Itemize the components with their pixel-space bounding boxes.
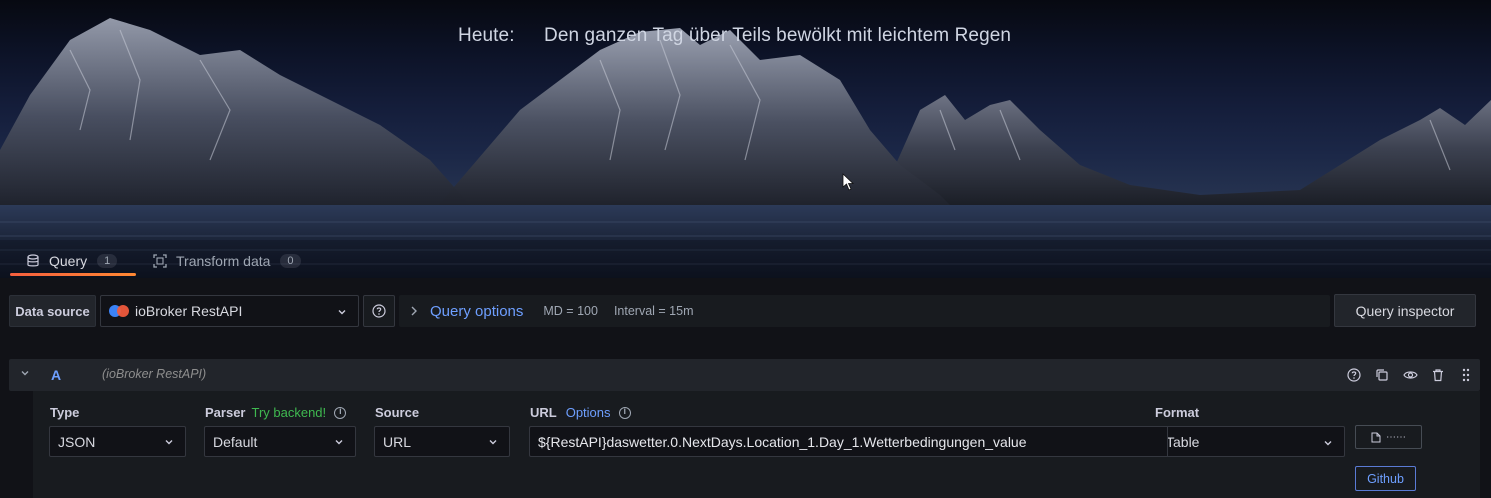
parser-select[interactable]: Default (204, 426, 356, 457)
type-label: Type (50, 405, 80, 420)
interval-value: Interval = 15m (613, 304, 694, 318)
url-label: URL Options (530, 405, 631, 420)
query-row-actions (1340, 359, 1480, 391)
source-label: Source (375, 405, 420, 420)
panel-preview: Heute: Den ganzen Tag über Teils bewölkt… (0, 0, 1491, 278)
datasource-help-button[interactable] (363, 295, 395, 327)
tab-query-count: 1 (97, 254, 118, 268)
forecast-text: Den ganzen Tag über Teils bewölkt mit le… (544, 25, 1012, 46)
tab-transform-data[interactable]: Transform data 0 (153, 244, 301, 278)
trash-icon[interactable] (1424, 359, 1452, 391)
collapse-chevron-icon[interactable] (19, 367, 31, 382)
help-icon[interactable] (1340, 359, 1368, 391)
chevron-down-icon (1322, 437, 1334, 449)
query-ref-id[interactable]: A (51, 367, 61, 383)
tab-query-label: Query (49, 253, 88, 269)
datasource-label: Data source (9, 295, 96, 327)
chevron-down-icon (163, 436, 175, 448)
datasource-selected: ioBroker RestAPI (135, 303, 243, 319)
try-backend-hint[interactable]: Try backend! (251, 405, 326, 420)
help-icon (372, 304, 386, 318)
query-inspector-button[interactable]: Query inspector (1334, 294, 1476, 327)
query-options-title[interactable]: Query options (430, 303, 523, 320)
forecast-label: Heute: (458, 25, 515, 46)
format-value: Table (1167, 433, 1200, 450)
source-value: URL (383, 433, 412, 450)
query-row-header: A (ioBroker RestAPI) (9, 359, 1480, 391)
document-button-label: ⋯⋯ (1386, 431, 1406, 443)
type-value: JSON (58, 433, 96, 450)
chevron-down-icon (336, 306, 348, 318)
github-button[interactable]: Github (1355, 466, 1416, 491)
query-datasource-name: (ioBroker RestAPI) (102, 367, 207, 381)
copy-icon[interactable] (1368, 359, 1396, 391)
datasource-select[interactable]: ioBroker RestAPI (100, 295, 359, 327)
chevron-down-icon (487, 436, 499, 448)
drag-handle-icon[interactable] (1452, 359, 1480, 391)
url-input[interactable]: ${RestAPI}daswetter.0.NextDays.Location_… (529, 426, 1169, 457)
source-select[interactable]: URL (374, 426, 510, 457)
mouse-cursor-icon (842, 173, 854, 191)
eye-icon[interactable] (1396, 359, 1424, 391)
iobroker-logo-icon (109, 305, 129, 317)
chevron-down-icon (333, 436, 345, 448)
tab-transform-count: 0 (280, 254, 301, 268)
format-select[interactable]: Table (1167, 426, 1345, 457)
document-icon (1371, 432, 1381, 442)
format-label: Format (1155, 405, 1200, 420)
url-options-link[interactable]: Options (566, 405, 611, 420)
type-select[interactable]: JSON (49, 426, 186, 457)
active-tab-indicator (10, 273, 136, 276)
chevron-right-icon (410, 304, 418, 319)
max-data-points: MD = 100 (543, 304, 598, 318)
info-icon (334, 406, 347, 419)
tab-transform-label: Transform data (176, 253, 271, 269)
transform-icon (153, 254, 167, 268)
query-options-bar[interactable]: Query options MD = 100 Interval = 15m (399, 295, 1330, 327)
info-icon (618, 406, 631, 419)
document-button[interactable]: ⋯⋯ (1355, 425, 1422, 449)
parser-value: Default (213, 433, 258, 450)
database-icon (27, 254, 39, 267)
parser-label: Parser Try backend! (205, 405, 347, 420)
app-root: Heute: Den ganzen Tag über Teils bewölkt… (0, 0, 1491, 498)
